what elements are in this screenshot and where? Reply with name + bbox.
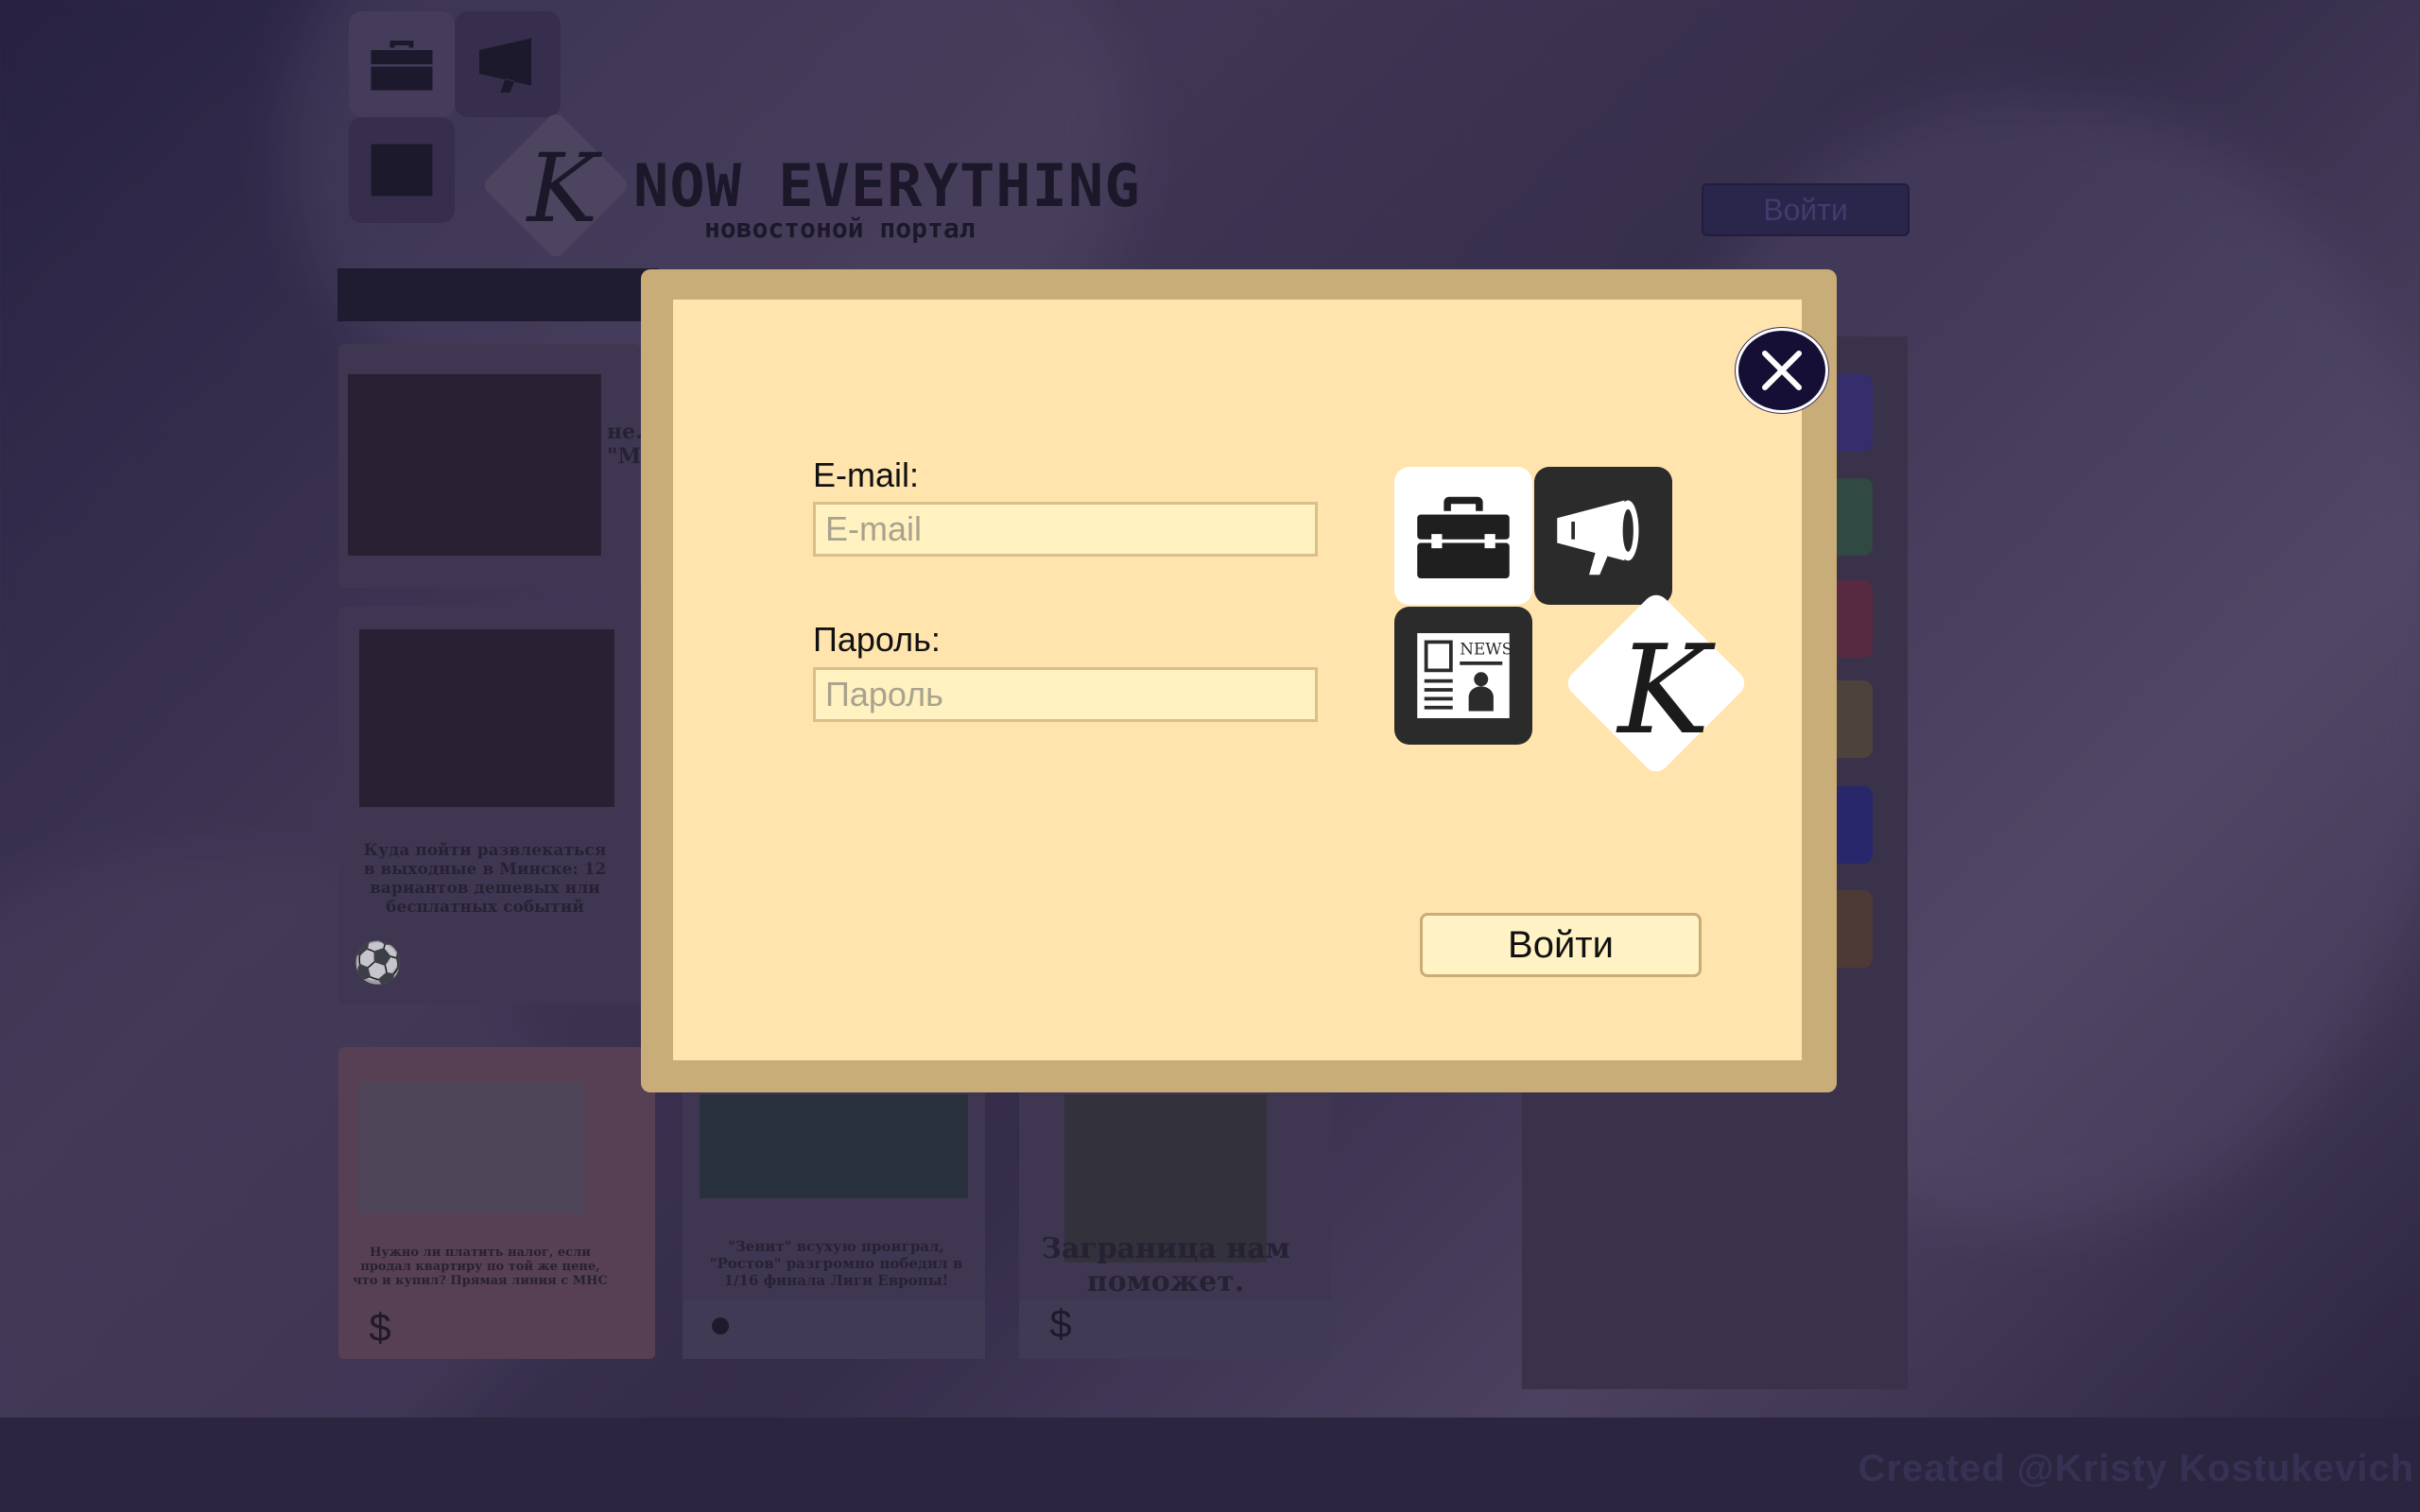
modal-newspaper-tile: NEWS bbox=[1394, 607, 1532, 745]
email-field[interactable] bbox=[813, 502, 1318, 557]
login-submit-button[interactable]: Войти bbox=[1420, 913, 1702, 977]
newspaper-icon: NEWS bbox=[1417, 633, 1512, 718]
modal-briefcase-tile bbox=[1394, 467, 1532, 605]
svg-text:NEWS: NEWS bbox=[1460, 640, 1512, 659]
close-button[interactable] bbox=[1736, 328, 1828, 413]
password-field[interactable] bbox=[813, 667, 1318, 722]
modal-logo-letter: K bbox=[1617, 618, 1710, 762]
email-label: E-mail: bbox=[813, 455, 920, 494]
modal-megaphone-tile bbox=[1534, 467, 1672, 605]
password-label: Пароль: bbox=[813, 620, 941, 659]
close-icon bbox=[1762, 351, 1802, 390]
briefcase-icon bbox=[1417, 496, 1510, 578]
megaphone-icon bbox=[1557, 500, 1639, 576]
